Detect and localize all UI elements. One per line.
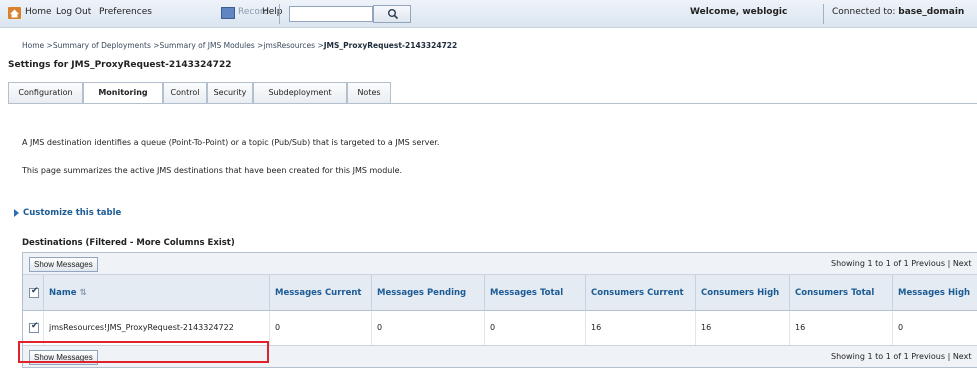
highlight-box — [18, 341, 269, 363]
tab-control[interactable]: Control — [163, 82, 207, 103]
cell-messages-pending: 0 — [371, 311, 484, 345]
cell-messages-current: 0 — [269, 311, 371, 345]
breadcrumb-deployments[interactable]: Summary of Deployments — [53, 41, 151, 50]
pagination[interactable]: Showing 1 to 1 of 1 Previous | Next — [831, 259, 971, 268]
cell-consumers-total: 16 — [789, 311, 892, 345]
breadcrumb-separator: > — [150, 41, 160, 50]
tab-monitoring[interactable]: Monitoring — [83, 82, 163, 103]
column-header-messages-pending[interactable]: Messages Pending — [371, 275, 484, 311]
column-header-messages-total[interactable]: Messages Total — [484, 275, 585, 311]
description-text: This page summarizes the active JMS dest… — [22, 166, 403, 175]
column-header-label[interactable]: Name — [49, 288, 76, 298]
description-text: A JMS destination identifies a queue (Po… — [22, 138, 440, 147]
cell-messages-high: 0 — [892, 311, 977, 345]
row-checkbox[interactable]: ✔ — [29, 321, 39, 333]
top-toolbar: Home Log Out Preferences Record Help Wel… — [0, 0, 977, 28]
welcome-text: Welcome, weblogic — [690, 7, 788, 17]
search-input[interactable] — [289, 6, 373, 22]
tab-subdeployment[interactable]: Subdeployment — [253, 82, 347, 103]
cell-messages-total: 0 — [484, 311, 585, 345]
search-button[interactable] — [373, 5, 411, 23]
toolbar-divider — [823, 4, 824, 24]
breadcrumb: Home >Summary of Deployments >Summary of… — [22, 41, 457, 50]
breadcrumb-home[interactable]: Home — [22, 41, 44, 50]
customize-table-link[interactable]: Customize this table — [14, 208, 121, 218]
page-title: Settings for JMS_ProxyRequest-2143324722 — [8, 60, 232, 70]
show-messages-button[interactable]: Show Messages — [29, 257, 98, 272]
logout-link[interactable]: Log Out — [56, 7, 91, 17]
toolbar-divider — [279, 4, 280, 24]
preferences-link[interactable]: Preferences — [99, 7, 152, 17]
cell-consumers-high: 16 — [695, 311, 789, 345]
tab-security[interactable]: Security — [207, 82, 253, 103]
connected-text: Connected to: base_domain — [832, 7, 964, 17]
sort-icon[interactable]: ⇅ — [79, 288, 86, 298]
select-all-checkbox[interactable]: ✔ — [29, 286, 39, 298]
tab-configuration[interactable]: Configuration — [8, 82, 83, 103]
tab-divider — [8, 103, 977, 104]
destination-name-link[interactable]: jmsResources!JMS_ProxyRequest-2143324722 — [43, 311, 269, 345]
tab-notes[interactable]: Notes — [347, 82, 391, 103]
triangle-right-icon — [14, 208, 19, 217]
checkbox-checked-icon: ✔ — [31, 321, 39, 331]
column-header-messages-high[interactable]: Messages High — [892, 275, 977, 311]
table-header: ✔ Name ⇅ Messages Current Messages Pendi… — [23, 275, 977, 311]
breadcrumb-current: JMS_ProxyRequest-2143324722 — [323, 41, 458, 50]
search-icon — [388, 9, 399, 20]
cell-consumers-current: 16 — [585, 311, 695, 345]
table-title: Destinations (Filtered - More Columns Ex… — [22, 238, 235, 248]
column-header-messages-current[interactable]: Messages Current — [269, 275, 371, 311]
table-row: ✔ jmsResources!JMS_ProxyRequest-21433247… — [23, 311, 977, 345]
breadcrumb-jms-resources[interactable]: jmsResources — [263, 41, 315, 50]
breadcrumb-separator: > — [44, 41, 53, 50]
breadcrumb-separator: > — [315, 41, 324, 50]
breadcrumb-jms-modules[interactable]: Summary of JMS Modules — [160, 41, 255, 50]
home-icon[interactable] — [8, 7, 21, 19]
column-header-consumers-high[interactable]: Consumers High — [695, 275, 789, 311]
record-icon[interactable] — [221, 7, 235, 19]
table-control-bar: Show Messages Showing 1 to 1 of 1 Previo… — [23, 253, 977, 275]
home-link[interactable]: Home — [25, 7, 52, 17]
customize-table-label[interactable]: Customize this table — [23, 208, 121, 218]
domain-name: base_domain — [898, 7, 965, 17]
pagination[interactable]: Showing 1 to 1 of 1 Previous | Next — [831, 352, 971, 361]
column-header-consumers-total[interactable]: Consumers Total — [789, 275, 892, 311]
connected-label: Connected to: — [832, 7, 896, 17]
column-header-consumers-current[interactable]: Consumers Current — [585, 275, 695, 311]
column-header-name[interactable]: Name ⇅ — [43, 275, 269, 311]
checkbox-checked-icon: ✔ — [31, 286, 39, 296]
